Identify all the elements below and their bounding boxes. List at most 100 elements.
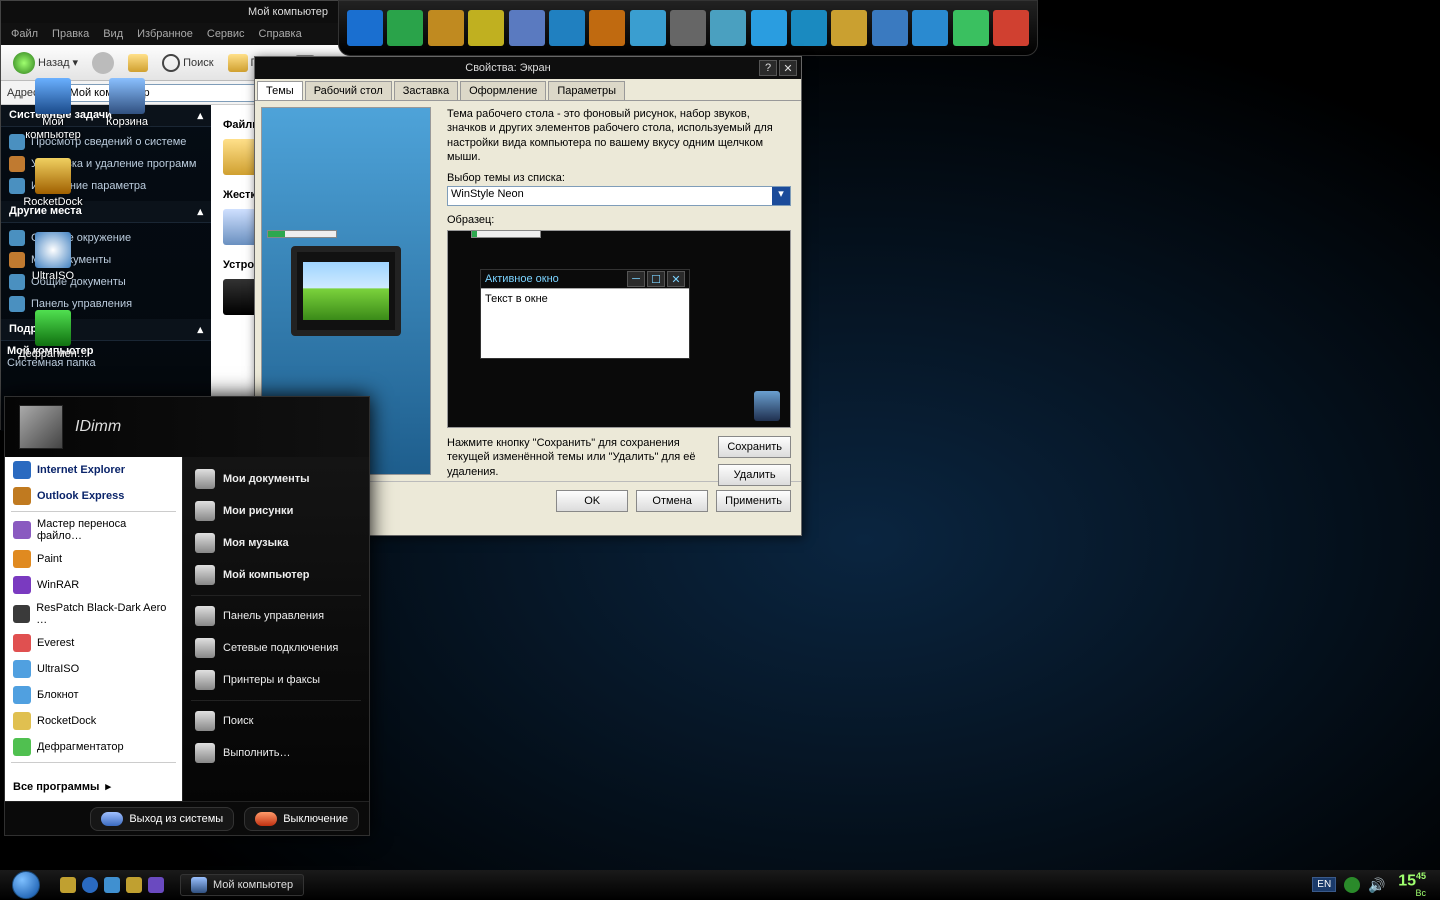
close-button[interactable]: ✕ [779,60,797,76]
dock-item-power[interactable] [993,6,1029,50]
recent-item[interactable]: UltraISO [5,656,182,682]
folder-pics-icon [589,10,625,46]
start-menu-right-item[interactable]: Выполнить… [183,737,369,769]
titlebar[interactable]: Свойства: Экран ? ✕ [255,57,801,79]
menu-item[interactable]: Справка [259,28,302,40]
ql-rocketdock[interactable] [124,875,144,895]
menu-item[interactable]: Вид [103,28,123,40]
dock-item-drive[interactable] [428,6,464,50]
dock-item-media-play[interactable] [629,6,665,50]
menu-item[interactable]: Правка [52,28,89,40]
app-icon [13,712,31,730]
user-avatar[interactable] [19,405,63,449]
dock-item-settings[interactable] [952,6,988,50]
start-menu-right-item[interactable]: Мои документы [183,463,369,495]
dock-item-folder-docs[interactable] [468,6,504,50]
dock-item-recycle[interactable] [872,6,908,50]
dock-item-calc[interactable] [670,6,706,50]
desktop-icon-defrag[interactable]: Дефрагмен… [18,310,88,361]
shutdown-button[interactable]: Выключение [244,807,359,831]
all-programs[interactable]: Все программы▸ [5,772,182,801]
search-button[interactable]: Поиск [158,51,217,75]
apply-button[interactable]: Применить [716,490,791,512]
chevron-up-icon: ▴ [197,205,203,218]
ql-show-desktop[interactable] [58,875,78,895]
window-title: Свойства: Экран [259,62,757,74]
dock-item-folder-pics[interactable] [589,6,625,50]
app-icon [13,634,31,652]
dock-item-help[interactable] [912,6,948,50]
delete-theme-button[interactable]: Удалить [718,464,791,486]
item-icon [195,743,215,763]
menu-item[interactable]: Файл [11,28,38,40]
ql-explorer[interactable] [102,875,122,895]
start-menu-right-item[interactable]: Моя музыка [183,527,369,559]
theme-select[interactable]: WinStyle Neon▾ [447,186,791,206]
start-menu-right-item[interactable]: Принтеры и факсы [183,664,369,696]
ql-ie[interactable] [80,875,100,895]
start-orb-icon [12,871,40,899]
theme-select-label: Выбор темы из списка: [447,172,791,184]
recent-item[interactable]: RocketDock [5,708,182,734]
tray-icon[interactable] [1344,877,1360,893]
taskbar-button-explorer[interactable]: Мой компьютер [180,874,304,896]
save-theme-button[interactable]: Сохранить [718,436,791,458]
volume-icon[interactable]: 🔊 [1368,877,1384,893]
forward-button[interactable] [88,49,118,77]
up-button[interactable] [124,51,152,75]
folders-icon [228,54,248,72]
app-icon [13,660,31,678]
rocketdock-icon [126,877,142,893]
desktop-icon-recycle-bin[interactable]: Корзина [92,78,162,129]
dock [338,0,1038,56]
logoff-button[interactable]: Выход из системы [90,807,234,831]
item-icon [195,565,215,585]
dock-item-ok[interactable] [387,6,423,50]
recent-item[interactable]: Paint [5,546,182,572]
menu-item[interactable]: Избранное [137,28,193,40]
help-button[interactable]: ? [759,60,777,76]
recent-item[interactable]: WinRAR [5,572,182,598]
pinned-item[interactable]: Outlook Express [5,483,182,509]
recent-item[interactable]: Мастер переноса файло… [5,514,182,546]
tab-3[interactable]: Оформление [460,81,546,100]
gear-icon [710,10,746,46]
cancel-button[interactable]: Отмена [636,490,708,512]
theme-description: Тема рабочего стола - это фоновый рисуно… [447,107,791,164]
ok-button[interactable]: OK [556,490,628,512]
dock-item-globe[interactable] [751,6,787,50]
start-menu-right-item[interactable]: Поиск [183,705,369,737]
recent-item[interactable]: Дефрагментатор [5,734,182,760]
ql-app[interactable] [146,875,166,895]
language-indicator[interactable]: EN [1312,877,1336,892]
dock-item-folder-music[interactable] [549,6,585,50]
pinned-item[interactable]: Internet Explorer [5,457,182,483]
desktop-icon-rocketdock[interactable]: RocketDock [18,158,88,209]
recent-item[interactable]: Everest [5,630,182,656]
tab-2[interactable]: Заставка [394,81,458,100]
dock-item-globe2[interactable] [791,6,827,50]
dock-item-computer[interactable] [347,6,383,50]
start-menu-right-item[interactable]: Сетевые подключения [183,632,369,664]
tab-4[interactable]: Параметры [548,81,625,100]
recent-item[interactable]: ResPatch Black-Dark Aero … [5,598,182,630]
dock-item-gear[interactable] [710,6,746,50]
back-button[interactable]: Назад▾ [9,49,82,77]
folder-up-icon [128,54,148,72]
start-button[interactable] [0,870,52,900]
desktop-icon-my-computer[interactable]: Мой компьютер [18,78,88,142]
dock-item-folder-video[interactable] [508,6,544,50]
recent-item[interactable]: Блокнот [5,682,182,708]
start-menu-right-item[interactable]: Мой компьютер [183,559,369,591]
clock[interactable]: 1545 Вс [1392,872,1432,898]
app-icon [13,487,31,505]
logoff-icon [101,812,123,826]
computer-icon [191,877,207,893]
tab-1[interactable]: Рабочий стол [305,81,392,100]
dock-item-tools[interactable] [831,6,867,50]
tab-0[interactable]: Темы [257,81,303,100]
start-menu-right-item[interactable]: Панель управления [183,600,369,632]
menu-item[interactable]: Сервис [207,28,245,40]
start-menu-right-item[interactable]: Мои рисунки [183,495,369,527]
desktop-icon-ultraiso[interactable]: UltraISO [18,232,88,283]
